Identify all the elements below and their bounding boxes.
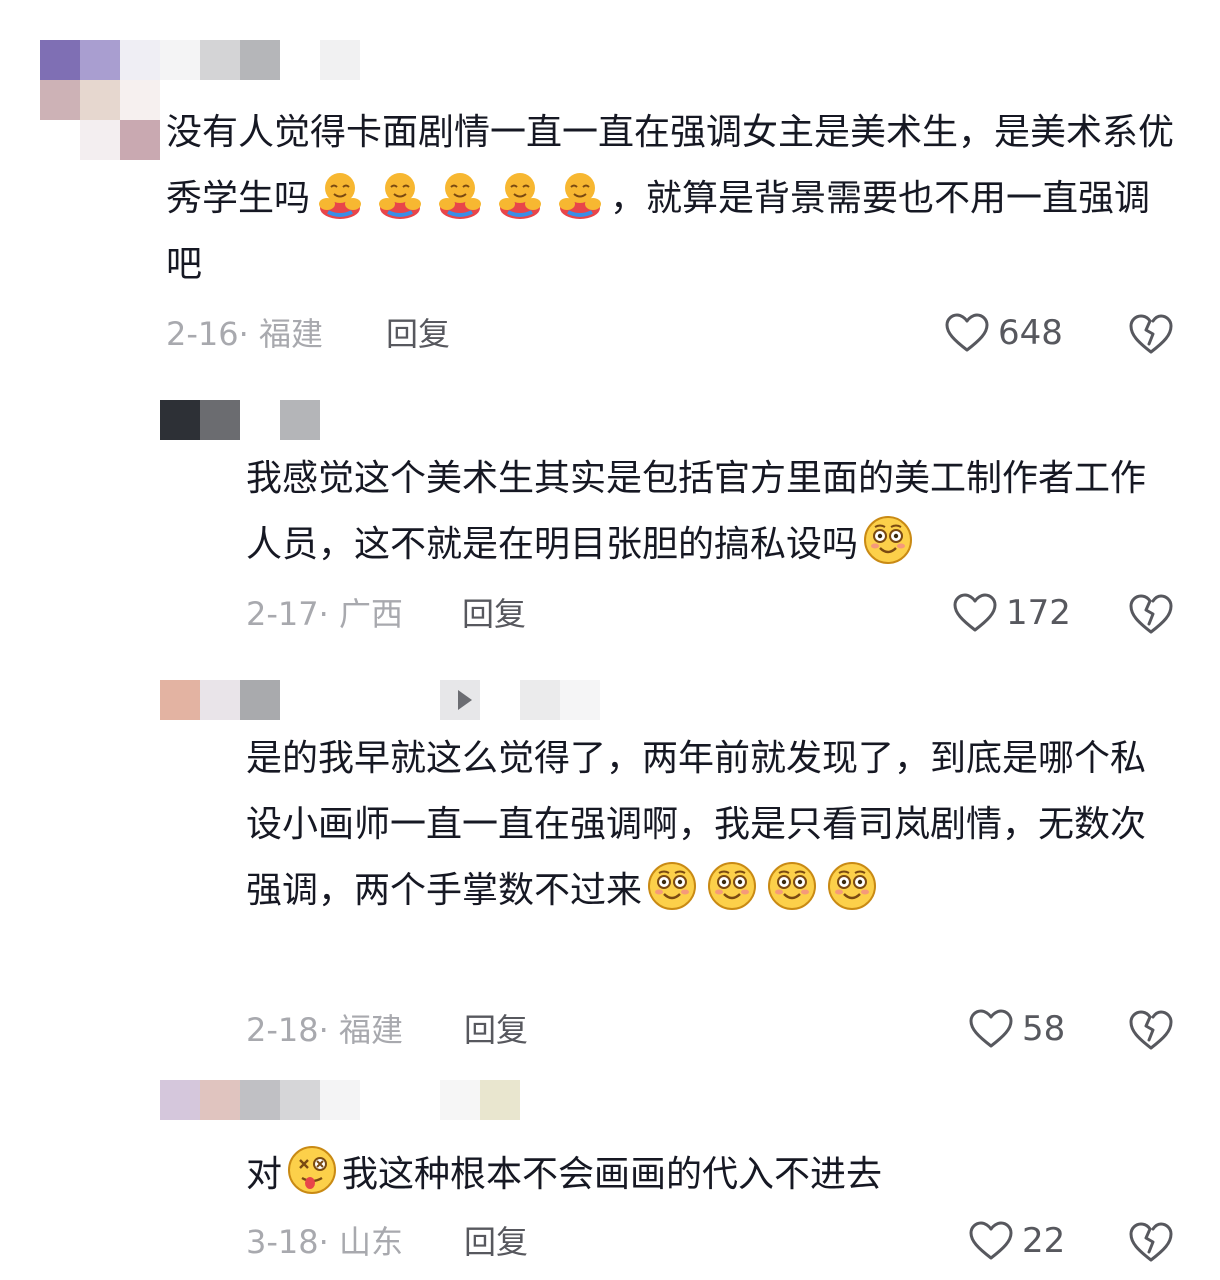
comment-date: 2-17: [246, 595, 319, 633]
like-button[interactable]: 648: [944, 312, 1063, 354]
username[interactable]: [440, 680, 600, 720]
comment-meta: 2-16· 福建: [166, 315, 323, 353]
like-count: 172: [1006, 593, 1071, 633]
avatar[interactable]: [160, 400, 240, 440]
username[interactable]: [280, 400, 320, 440]
comment-meta: 3-18· 山东: [246, 1223, 403, 1261]
dislike-broken-heart-icon[interactable]: [1128, 312, 1174, 356]
comment-text: 对我这种根本不会画画的代入不进去: [246, 1142, 1166, 1208]
dislike-broken-heart-icon[interactable]: [1128, 1008, 1174, 1052]
dislike-broken-heart-icon[interactable]: [1128, 592, 1174, 636]
like-count: 58: [1022, 1009, 1066, 1049]
reply-button[interactable]: 回复: [464, 1010, 528, 1050]
reply-comment-1: 我感觉这个美术生其实是包括官方里面的美工制作者工作人员，这不就是在明目张胆的搞私…: [0, 380, 1220, 660]
like-button[interactable]: 58: [968, 1008, 1065, 1050]
reply-comment-2: 是的我早就这么觉得了，两年前就发现了，到底是哪个私设小画师一直一直在强调啊，我是…: [0, 660, 1220, 1070]
avatar[interactable]: [160, 680, 280, 720]
dislike-broken-heart-icon[interactable]: [1128, 1220, 1174, 1264]
comment-1: 没有人觉得卡面剧情一直一直在强调女主是美术生，是美术系优秀学生吗 ，就算是背景需要…: [0, 0, 1220, 370]
comment-meta: 2-17· 广西: [246, 595, 403, 633]
like-button[interactable]: 22: [968, 1220, 1065, 1262]
flushed-smile-emoji-icon: [826, 860, 878, 912]
comment-location: 广西: [338, 595, 403, 633]
heart-icon: [945, 313, 989, 352]
comment-meta: 2-18· 福建: [246, 1011, 403, 1049]
hugging-face-emoji-icon: [434, 168, 486, 220]
comment-location: 山东: [338, 1223, 403, 1261]
flushed-smile-emoji-icon: [646, 860, 698, 912]
avatar[interactable]: [160, 1080, 360, 1120]
dizzy-tongue-emoji-icon: [286, 1144, 338, 1196]
hugging-face-emoji-icon: [494, 168, 546, 220]
username[interactable]: [160, 40, 360, 80]
hugging-face-emoji-icon: [374, 168, 426, 220]
username[interactable]: [440, 1080, 520, 1120]
reply-button[interactable]: 回复: [386, 314, 450, 354]
reply-button[interactable]: 回复: [464, 1222, 528, 1262]
hugging-face-emoji-icon: [314, 168, 366, 220]
comment-text: 没有人觉得卡面剧情一直一直在强调女主是美术生，是美术系优秀学生吗 ，就算是背景需要…: [166, 112, 1175, 285]
comment-location: 福建: [258, 315, 323, 353]
reply-button[interactable]: 回复: [462, 594, 526, 634]
hugging-face-emoji-icon: [554, 168, 606, 220]
heart-icon: [969, 1009, 1013, 1048]
like-count: 22: [1022, 1221, 1066, 1261]
comment-text: 我感觉这个美术生其实是包括官方里面的美工制作者工作人员，这不就是在明目张胆的搞私…: [246, 458, 1147, 566]
comment-date: 2-16: [166, 315, 239, 353]
reply-comment-3: 对我这种根本不会画画的代入不进去 3-18· 山东 回复 22: [0, 1060, 1220, 1280]
flushed-smile-emoji-icon: [766, 860, 818, 912]
comment-location: 福建: [338, 1011, 403, 1049]
comment-text: 是的我早就这么觉得了，两年前就发现了，到底是哪个私设小画师一直一直在强调啊，我是…: [246, 738, 1147, 912]
avatar[interactable]: [40, 40, 160, 160]
heart-icon: [969, 1221, 1013, 1260]
flushed-smile-emoji-icon: [706, 860, 758, 912]
heart-icon: [953, 593, 997, 632]
comment-date: 2-18: [246, 1011, 319, 1049]
comment-date: 3-18: [246, 1223, 319, 1261]
like-button[interactable]: 172: [952, 592, 1071, 634]
flushed-smile-emoji-icon: [862, 514, 914, 566]
like-count: 648: [998, 313, 1063, 353]
